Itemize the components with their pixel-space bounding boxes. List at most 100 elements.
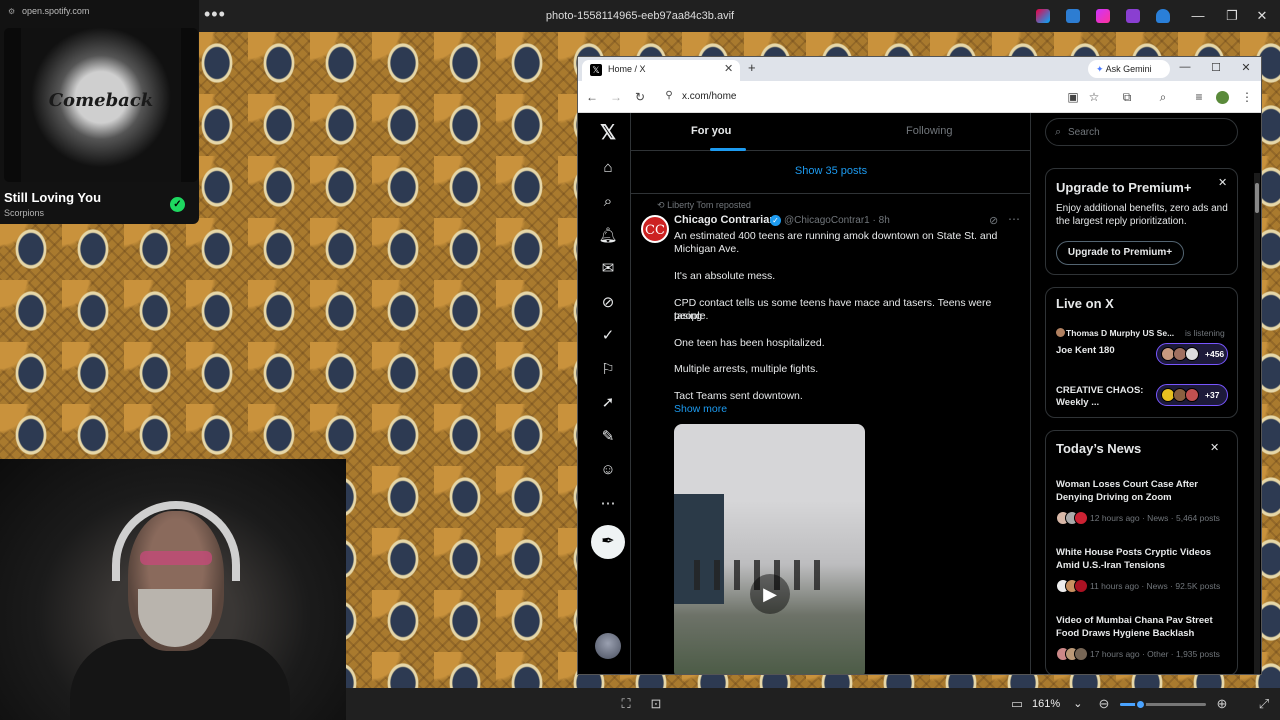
app-tray-icon[interactable] xyxy=(1126,9,1140,23)
post-text-line: Tact Teams sent downtown. xyxy=(674,390,803,402)
play-icon[interactable]: ▶ xyxy=(750,574,790,614)
live-space-title[interactable]: CREATIVE CHAOS: Weekly ... xyxy=(1056,385,1148,409)
news-headline[interactable]: White House Posts Cryptic Videos Amid U.… xyxy=(1056,546,1232,572)
restore-icon[interactable]: ❐ xyxy=(1222,8,1242,24)
show-new-posts-button[interactable]: Show 35 posts xyxy=(631,165,1030,177)
copilot-tray-icon[interactable] xyxy=(1036,9,1050,23)
bookmark-star-icon[interactable]: ☆ xyxy=(1087,90,1101,104)
expand-icon[interactable]: ⤢ xyxy=(1256,696,1272,712)
zoom-slider-thumb[interactable] xyxy=(1134,699,1146,710)
address-bar[interactable]: ⚲ x.com/home xyxy=(656,85,1066,109)
feather-icon: ✒ xyxy=(601,533,615,550)
kebab-menu-icon[interactable]: ⋮ xyxy=(1240,90,1254,104)
tab-following[interactable]: Following xyxy=(906,125,952,137)
post-author-name[interactable]: Chicago Contrarian xyxy=(674,214,776,226)
premium-description: Enjoy additional benefits, zero ads and … xyxy=(1056,203,1228,227)
album-art-logo: Comeback xyxy=(21,28,181,182)
zoom-level-select[interactable]: 161% ⌄ xyxy=(1032,695,1086,713)
track-artist[interactable]: Scorpions xyxy=(4,208,44,218)
zoom-slider[interactable] xyxy=(1120,699,1206,710)
install-app-icon[interactable]: ▣ xyxy=(1066,90,1080,104)
browser-tab[interactable]: 𝕏 Home / X ✕ xyxy=(582,60,740,81)
close-icon[interactable]: ✕ xyxy=(1218,176,1227,189)
search-input[interactable]: ⌕ Search xyxy=(1045,118,1238,146)
fit-icon[interactable]: ⛶ xyxy=(618,696,634,712)
maximize-icon[interactable]: ☐ xyxy=(1207,61,1225,74)
divider xyxy=(631,193,1030,194)
live-host-name[interactable]: Thomas D Murphy US Se... xyxy=(1066,328,1182,338)
articles-icon[interactable]: ✎ xyxy=(598,427,618,447)
close-icon[interactable]: ✕ xyxy=(1252,8,1272,24)
news-headline[interactable]: Video of Mumbai Chana Pav Street Food Dr… xyxy=(1056,614,1232,640)
reading-list-icon[interactable]: ⌕ xyxy=(1156,90,1170,105)
close-icon[interactable]: ✕ xyxy=(1210,441,1219,454)
media-control-icon[interactable]: ≡ xyxy=(1192,90,1206,104)
compose-post-button[interactable]: ✒ xyxy=(591,525,625,559)
live-listeners-pill[interactable]: +37 xyxy=(1156,384,1228,406)
grok-icon[interactable]: ⊘ xyxy=(598,293,618,313)
minimize-icon[interactable]: — xyxy=(1188,8,1208,23)
forward-icon[interactable]: → xyxy=(609,90,623,104)
profile-icon[interactable]: ☺ xyxy=(598,460,618,480)
news-avatar xyxy=(1074,511,1088,525)
browser-window: 𝕏 Home / X ✕ + ✦ Ask Gemini — ☐ ✕ ← → ↻ … xyxy=(577,56,1262,675)
post-text-line: An estimated 400 teens are running amok … xyxy=(674,230,998,242)
post-author-avatar[interactable]: CC xyxy=(641,215,669,243)
more-circle-icon[interactable]: ⋯ xyxy=(598,494,618,514)
minimize-icon[interactable]: — xyxy=(1176,61,1194,73)
site-info-icon[interactable]: ⚲ xyxy=(662,90,676,101)
webcam-headphones xyxy=(112,501,240,581)
search-icon: ⌕ xyxy=(1055,126,1062,138)
back-icon[interactable]: ← xyxy=(585,90,599,104)
news-title: Today’s News xyxy=(1056,441,1142,456)
tab-title: Home / X xyxy=(608,64,646,74)
search-icon[interactable]: ⌕ xyxy=(598,192,618,212)
post-text-line: Multiple arrests, multiple fights. xyxy=(674,363,819,375)
news-avatar xyxy=(1074,579,1088,593)
ask-gemini-button[interactable]: ✦ Ask Gemini xyxy=(1088,60,1170,78)
new-tab-icon[interactable]: + xyxy=(748,60,756,75)
close-icon[interactable]: ✕ xyxy=(1237,61,1255,74)
x-logo-icon[interactable]: 𝕏 xyxy=(598,123,618,143)
track-title[interactable]: Still Loving You xyxy=(4,190,101,205)
extensions-icon[interactable]: ⧉ xyxy=(1120,90,1134,105)
crop-icon[interactable]: ⊡ xyxy=(648,696,664,712)
account-avatar[interactable] xyxy=(595,633,621,659)
post-more-icon[interactable]: ⋯ xyxy=(1008,212,1020,226)
post-video[interactable]: ▶ xyxy=(674,424,865,674)
app-tray-icon[interactable] xyxy=(1066,9,1080,23)
bookmarks-icon[interactable]: ⚐ xyxy=(598,360,618,380)
repost-context[interactable]: ⟲ Liberty Tom reposted xyxy=(657,200,751,211)
profile-avatar[interactable] xyxy=(1216,91,1229,104)
verified-badge-icon: ✓ xyxy=(770,215,781,226)
address-url: x.com/home xyxy=(682,91,737,102)
news-meta: 17 hours ago · Other · 1,935 posts xyxy=(1090,649,1220,659)
verified-orgs-icon[interactable]: ✓ xyxy=(598,326,618,346)
live-listeners-pill[interactable]: +456 xyxy=(1156,343,1228,365)
notifications-bell-icon[interactable]: 🔔︎ xyxy=(598,226,618,246)
album-art-text: Comeback xyxy=(48,90,154,111)
fullscreen-icon[interactable]: ▭ xyxy=(1009,696,1025,712)
live-space-title[interactable]: Joe Kent 180 xyxy=(1056,345,1115,356)
gemini-sparkle-icon: ✦ xyxy=(1096,64,1104,74)
scrollbar-thumb[interactable] xyxy=(1255,183,1259,213)
tab-for-you[interactable]: For you xyxy=(691,125,731,137)
cloud-tray-icon[interactable] xyxy=(1156,9,1170,23)
show-more-link[interactable]: Show more xyxy=(674,403,727,415)
zoom-out-icon[interactable]: ⊖ xyxy=(1096,696,1112,712)
repost-label: Liberty Tom reposted xyxy=(667,200,751,210)
scrollbar[interactable] xyxy=(1254,173,1260,674)
grok-explain-icon[interactable]: ⊘ xyxy=(989,214,998,227)
news-headline[interactable]: Woman Loses Court Case After Denying Dri… xyxy=(1056,478,1232,504)
tab-close-icon[interactable]: ✕ xyxy=(724,62,733,75)
saved-check-icon[interactable]: ✓ xyxy=(170,197,185,212)
home-icon[interactable]: ⌂ xyxy=(598,158,618,178)
upgrade-premium-button[interactable]: Upgrade to Premium+ xyxy=(1056,241,1184,265)
app-tray-icon[interactable] xyxy=(1096,9,1110,23)
spotify-miniplayer: ⚙ open.spotify.com Comeback Still Loving… xyxy=(0,0,199,224)
reload-icon[interactable]: ↻ xyxy=(633,90,647,104)
jobs-rocket-icon[interactable]: ➚ xyxy=(598,393,618,413)
post-author-handle[interactable]: @ChicagoContrar1 · 8h xyxy=(784,215,890,226)
zoom-in-icon[interactable]: ⊕ xyxy=(1214,696,1230,712)
messages-envelope-icon[interactable]: ✉ xyxy=(598,259,618,279)
